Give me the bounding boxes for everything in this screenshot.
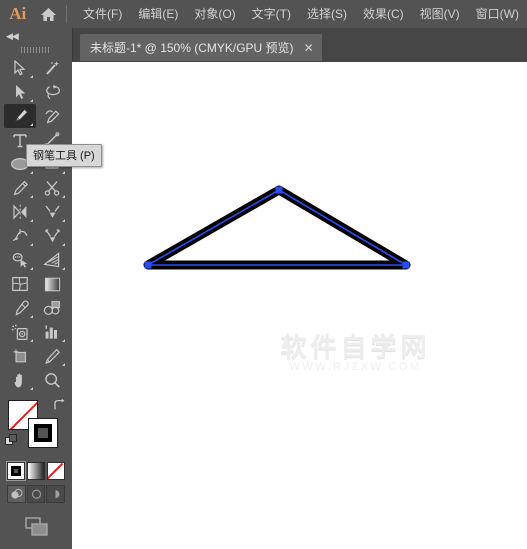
tool-flyout-indicator (62, 267, 65, 270)
paint-mode-row (0, 458, 72, 481)
menu-item-window[interactable]: 窗口(W) (468, 0, 527, 28)
tools-panel: ◀◀ (0, 28, 73, 549)
symbol-sprayer-tool[interactable] (4, 320, 36, 344)
curvature-tool[interactable] (36, 104, 68, 128)
change-screen-mode-button[interactable] (0, 503, 72, 539)
anchor-point-right (402, 261, 410, 269)
color-mode-swatch (11, 466, 21, 476)
fill-stroke-controls (0, 396, 72, 458)
zoom-tool[interactable] (36, 368, 68, 392)
menu-item-list: 文件(F) 编辑(E) 对象(O) 文字(T) 选择(S) 效果(C) 视图(V… (75, 0, 527, 28)
scale-tool[interactable] (36, 200, 68, 224)
tool-tooltip: 钢笔工具 (P) (26, 144, 102, 167)
artboard-tool[interactable] (4, 344, 36, 368)
column-graph-tool[interactable] (36, 320, 68, 344)
draw-mode-row (0, 480, 72, 503)
menu-bar: Ai 文件(F) 编辑(E) 对象(O) 文字(T) 选择(S) 效果(C) 视… (0, 0, 527, 28)
menu-item-file[interactable]: 文件(F) (75, 0, 130, 28)
close-icon[interactable]: ✕ (304, 42, 314, 54)
tool-grid (0, 56, 72, 392)
illustrator-window: Ai 文件(F) 编辑(E) 对象(O) 文字(T) 选择(S) 效果(C) 视… (0, 0, 527, 549)
draw-behind-button[interactable] (26, 485, 46, 503)
tool-flyout-indicator (30, 315, 33, 318)
tool-flyout-indicator (30, 195, 33, 198)
perspective-grid-tool[interactable] (36, 248, 68, 272)
default-fill-stroke-icon[interactable] (5, 434, 18, 447)
tool-flyout-indicator (30, 243, 33, 246)
tool-flyout-indicator (30, 219, 33, 222)
tool-flyout-indicator (62, 219, 65, 222)
tool-flyout-indicator (30, 339, 33, 342)
document-tab-title: 未标题-1* @ 150% (CMYK/GPU 预览) (90, 41, 294, 55)
gradient-tool[interactable] (36, 272, 68, 296)
menu-item-edit[interactable]: 编辑(E) (130, 0, 186, 28)
slice-tool[interactable] (36, 344, 68, 368)
scissors-tool[interactable] (36, 176, 68, 200)
menu-divider (66, 5, 68, 23)
anchor-point-apex (275, 186, 283, 194)
none-mode-button[interactable] (47, 462, 65, 480)
document-tab[interactable]: 未标题-1* @ 150% (CMYK/GPU 预览) ✕ (80, 34, 322, 61)
color-mode-button[interactable] (6, 461, 26, 481)
direct-selection-tool[interactable] (4, 80, 36, 104)
anchor-point-left (144, 261, 152, 269)
swap-fill-stroke-icon[interactable] (52, 398, 66, 412)
hand-tool[interactable] (4, 368, 36, 392)
tool-flyout-indicator (62, 195, 65, 198)
menu-item-effect[interactable]: 效果(C) (355, 0, 412, 28)
document-tab-bar: 未标题-1* @ 150% (CMYK/GPU 预览) ✕ (72, 28, 527, 63)
home-icon[interactable] (36, 0, 63, 28)
panel-drag-handle[interactable] (0, 44, 72, 56)
shape-builder-tool[interactable] (4, 248, 36, 272)
tool-flyout-indicator (62, 339, 65, 342)
menu-item-type[interactable]: 文字(T) (244, 0, 299, 28)
mesh-tool[interactable] (4, 272, 36, 296)
stroke-swatch-inner (34, 424, 52, 442)
no-color-slash-icon (48, 463, 64, 479)
lasso-tool[interactable] (36, 80, 68, 104)
collapse-panel-icon[interactable]: ◀◀ (6, 31, 19, 41)
tool-flyout-indicator (30, 171, 33, 174)
menu-item-object[interactable]: 对象(O) (186, 0, 243, 28)
tool-flyout-indicator (62, 243, 65, 246)
width-tool[interactable] (4, 224, 36, 248)
draw-inside-button[interactable] (46, 485, 66, 503)
tool-flyout-indicator (62, 363, 65, 366)
tool-flyout-indicator (30, 123, 33, 126)
blend-tool[interactable] (36, 296, 68, 320)
pen-tool[interactable] (4, 104, 36, 128)
triangle-path[interactable] (72, 62, 527, 549)
menu-item-select[interactable]: 选择(S) (299, 0, 355, 28)
pencil-tool[interactable] (4, 176, 36, 200)
tool-flyout-indicator (62, 171, 65, 174)
selection-tool[interactable] (4, 56, 36, 80)
stroke-swatch[interactable] (28, 418, 58, 448)
menu-item-view[interactable]: 视图(V) (412, 0, 468, 28)
rotate-tool[interactable] (4, 200, 36, 224)
eyedropper-tool[interactable] (4, 296, 36, 320)
tools-panel-header: ◀◀ (0, 28, 72, 44)
app-logo: Ai (9, 4, 27, 23)
tool-flyout-indicator (30, 387, 33, 390)
magic-wand-tool[interactable] (36, 56, 68, 80)
gradient-mode-button[interactable] (27, 462, 45, 480)
tool-flyout-indicator (30, 99, 33, 102)
draw-normal-button[interactable] (7, 485, 26, 503)
document-canvas[interactable]: 软件自学网 WWW.RJZXW.COM (72, 62, 527, 549)
tool-flyout-indicator (30, 75, 33, 78)
tool-flyout-indicator (30, 267, 33, 270)
free-transform-tool[interactable] (36, 224, 68, 248)
